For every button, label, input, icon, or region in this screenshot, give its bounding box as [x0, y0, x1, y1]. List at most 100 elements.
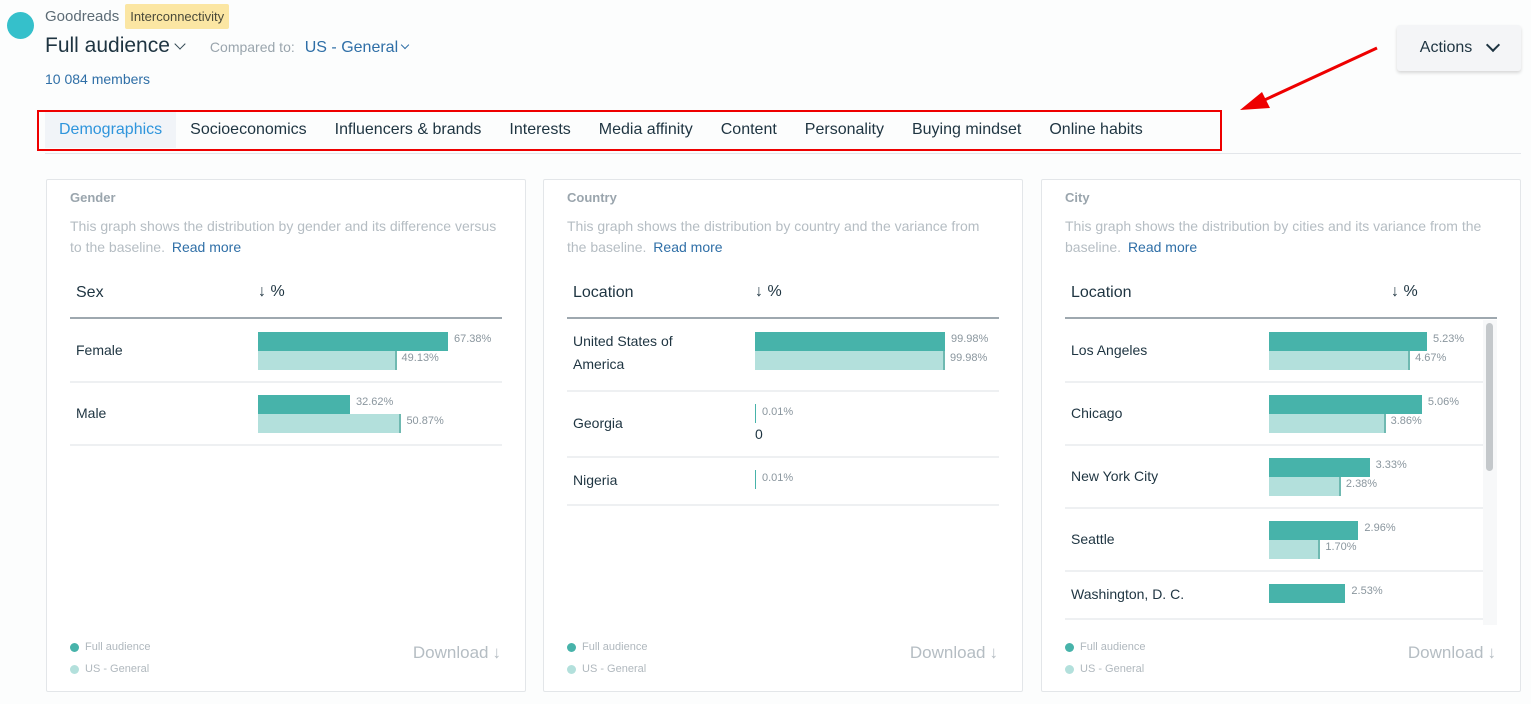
value-baseline: 1.70%: [1325, 541, 1357, 553]
read-more-link[interactable]: Read more: [653, 239, 722, 255]
bar-full-audience: [1269, 395, 1422, 414]
sort-percent-button[interactable]: ↓ %: [755, 283, 782, 301]
chevron-down-icon: [400, 40, 410, 50]
download-button[interactable]: Download ↓: [1408, 643, 1496, 663]
column-header-label: Location: [1071, 284, 1132, 301]
chevron-down-icon: [1486, 37, 1501, 53]
legend-item-baseline: US - General: [1065, 658, 1145, 680]
tab-online-habits[interactable]: Online habits: [1035, 112, 1156, 148]
value-full-audience: 2.53%: [1351, 585, 1383, 597]
table-row: Female 67.38% 49.13%: [70, 320, 502, 383]
legend-item-full-audience: Full audience: [70, 636, 150, 658]
bar-baseline: [258, 351, 397, 370]
arrow-down-icon: ↓: [755, 283, 763, 300]
read-more-link[interactable]: Read more: [1128, 239, 1197, 255]
baseline-selector[interactable]: US - General: [305, 39, 410, 57]
value-baseline: 3.86%: [1390, 415, 1422, 427]
audience-title: Full audience: [45, 34, 170, 57]
download-label: Download: [909, 643, 986, 662]
legend-dot-icon: [567, 664, 576, 674]
arrow-down-icon: ↓: [1487, 643, 1497, 662]
table-row: New York City 3.33% 2.38%: [1065, 446, 1483, 509]
legend-item-full-audience: Full audience: [567, 636, 647, 658]
scrollbar[interactable]: [1483, 320, 1497, 625]
card-description: This graph shows the distribution by cou…: [567, 216, 997, 258]
table-row: Los Angeles 5.23% 4.67%: [1065, 320, 1483, 383]
download-button[interactable]: Download ↓: [413, 643, 501, 663]
tab-media-affinity[interactable]: Media affinity: [585, 112, 707, 148]
legend: Full audience US - General: [567, 636, 647, 680]
brand-name: Goodreads: [45, 7, 120, 25]
card-title: City: [1065, 190, 1090, 205]
card-country: Country This graph shows the distribution…: [543, 179, 1023, 692]
legend-item-baseline: US - General: [70, 658, 150, 680]
value-full-audience: 32.62%: [355, 396, 394, 408]
table-row: United States of America 99.98% 99.98%: [567, 320, 999, 392]
column-header-label: Location: [573, 284, 634, 301]
tab-socioeconomics[interactable]: Socioeconomics: [176, 112, 321, 148]
sort-percent-button[interactable]: ↓ %: [258, 283, 285, 301]
value-baseline: 99.98%: [950, 352, 988, 364]
percent-label: %: [767, 283, 782, 300]
members-count[interactable]: 10 084 members: [45, 71, 150, 87]
sort-percent-button[interactable]: ↓ %: [1391, 283, 1418, 301]
legend-item-full-audience: Full audience: [1065, 636, 1145, 658]
category-tabs: Demographics Socioeconomics Influencers & …: [45, 112, 1157, 148]
bar-full-audience: [258, 395, 350, 414]
bar-full-audience: [755, 470, 756, 489]
table-header: Location ↓ %: [1065, 280, 1497, 319]
row-label: Male: [76, 405, 107, 421]
tab-demographics[interactable]: Demographics: [45, 112, 177, 148]
value-full-audience: 67.38%: [454, 333, 492, 345]
compared-to-label: Compared to:: [209, 39, 295, 55]
audience-selector[interactable]: Full audience: [45, 34, 192, 58]
value-full-audience: 2.96%: [1364, 522, 1396, 534]
legend-dot-icon: [1065, 664, 1074, 674]
row-label: Nigeria: [573, 472, 618, 488]
card-gender: Gender This graph shows the distribution …: [46, 179, 526, 692]
table-row: Male 32.62% 50.87%: [70, 383, 502, 446]
audience-avatar: [7, 12, 34, 39]
arrow-down-icon: ↓: [258, 283, 266, 300]
audience-badge: Interconnectivity: [125, 3, 230, 29]
bar-baseline: [1269, 351, 1411, 370]
audience-row: Full audience Compared to: US - General: [45, 34, 410, 58]
tab-divider: [45, 153, 1521, 154]
value-baseline: 0: [755, 426, 763, 442]
legend-dot-icon: [70, 642, 79, 652]
legend-label: US - General: [1080, 663, 1145, 675]
chevron-down-icon: [174, 38, 186, 50]
value-full-audience: 5.23%: [1433, 333, 1465, 345]
table-body: United States of America 99.98% 99.98% Geor…: [567, 320, 999, 506]
bar-baseline: [1269, 477, 1341, 496]
percent-label: %: [270, 283, 285, 300]
tab-interests[interactable]: Interests: [495, 112, 584, 148]
table-row: Nigeria 0.01%: [567, 458, 999, 506]
brand-row: Goodreads Interconnectivity: [45, 2, 230, 30]
table-header: Sex ↓ %: [70, 280, 502, 319]
bar-full-audience: [1269, 458, 1370, 477]
legend-dot-icon: [1065, 642, 1074, 652]
read-more-link[interactable]: Read more: [172, 239, 241, 255]
value-full-audience: 0.01%: [762, 472, 794, 484]
tab-influencers-brands[interactable]: Influencers & brands: [321, 112, 496, 148]
tab-content[interactable]: Content: [707, 112, 791, 148]
actions-button[interactable]: Actions: [1397, 25, 1521, 71]
table-row: Georgia 0.01% 0: [567, 392, 999, 458]
legend-label: US - General: [85, 663, 150, 675]
tab-personality[interactable]: Personality: [791, 112, 898, 148]
bar-baseline: [1269, 414, 1386, 433]
bar-baseline: [1269, 540, 1321, 559]
actions-label: Actions: [1419, 39, 1473, 56]
download-button[interactable]: Download ↓: [910, 643, 998, 663]
arrow-down-icon: ↓: [492, 643, 502, 662]
table-body: Los Angeles 5.23% 4.67% Chicago 5.06% 3.86% Ne…: [1065, 320, 1483, 625]
scrollbar-thumb[interactable]: [1486, 323, 1493, 471]
description-text: This graph shows the distribution by gen…: [70, 218, 497, 255]
tab-buying-mindset[interactable]: Buying mindset: [898, 112, 1035, 148]
annotation-arrow: [1240, 46, 1378, 110]
legend-label: Full audience: [85, 641, 151, 653]
card-city: City This graph shows the distribution by…: [1041, 179, 1521, 692]
bar-full-audience: [1269, 521, 1359, 540]
row-label: Chicago: [1071, 405, 1123, 421]
